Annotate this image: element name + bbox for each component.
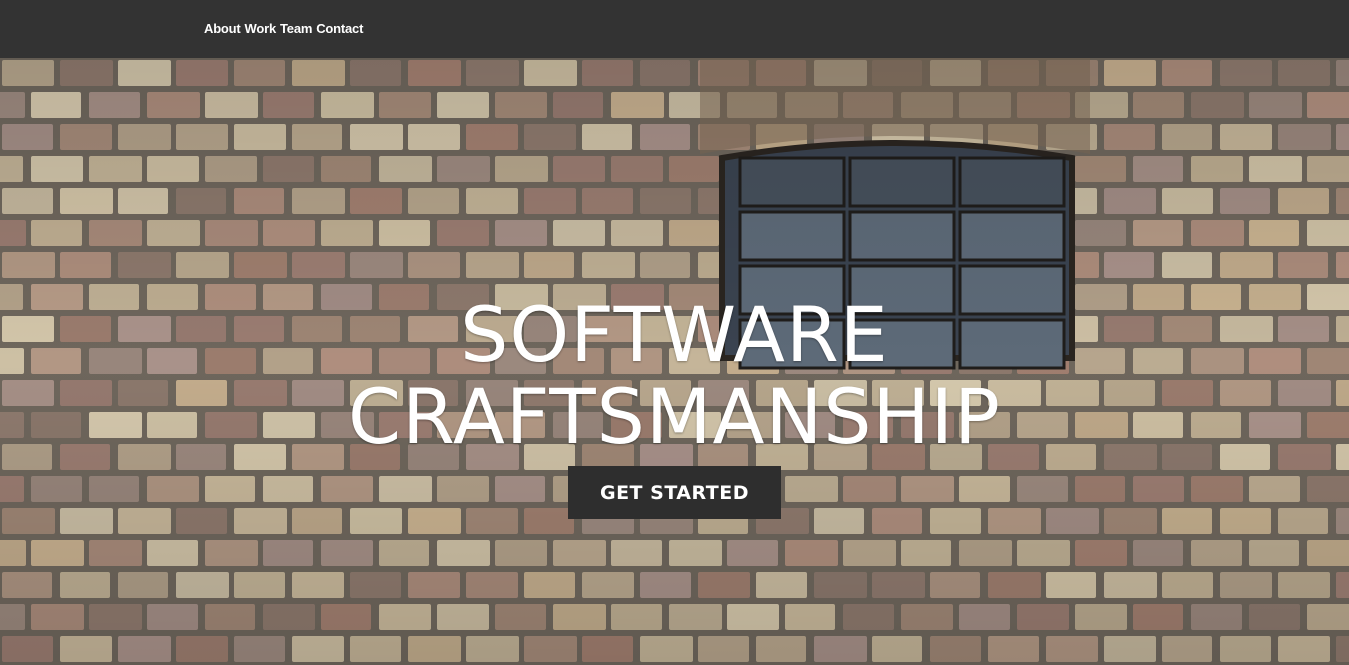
headline-line-1: SOFTWARE	[460, 289, 889, 379]
nav-link-contact[interactable]: Contact	[316, 21, 363, 39]
hero-section: SOFTWARE CRAFTSMANSHIP GET STARTED	[0, 58, 1349, 665]
top-navbar: About Work Team Contact	[0, 0, 1349, 58]
nav-menu: About Work Team Contact	[204, 21, 363, 39]
hero-headline: SOFTWARE CRAFTSMANSHIP	[0, 289, 1349, 461]
nav-link-team[interactable]: Team	[280, 21, 312, 39]
nav-link-about[interactable]: About	[204, 21, 241, 39]
get-started-button[interactable]: GET STARTED	[568, 466, 781, 519]
nav-link-work[interactable]: Work	[245, 21, 277, 39]
headline-line-2: CRAFTSMANSHIP	[348, 371, 1001, 461]
